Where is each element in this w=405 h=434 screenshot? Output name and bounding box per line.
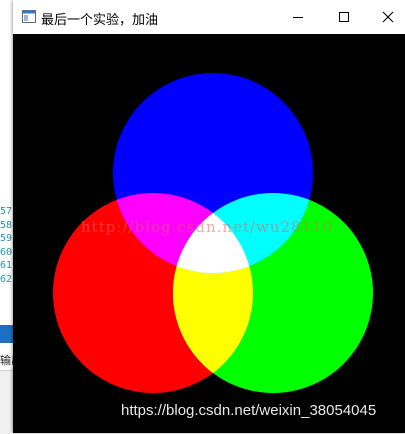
ide-bottom-panel bbox=[0, 370, 14, 434]
window-title: 最后一个实验，加油 bbox=[41, 13, 159, 28]
background-ide: 57 58 59 60 61 62 输出 bbox=[0, 0, 14, 434]
close-button[interactable] bbox=[365, 0, 405, 34]
watermark-middle: http://blog.csdn.net/wu28110 bbox=[81, 218, 334, 236]
line-number: 58 bbox=[0, 219, 13, 231]
app-window-icon bbox=[22, 10, 36, 23]
line-number: 59 bbox=[0, 233, 13, 244]
minimize-button[interactable] bbox=[275, 0, 321, 34]
ide-selected-tab[interactable] bbox=[0, 325, 14, 343]
output-panel-label: 输出 bbox=[0, 354, 14, 367]
line-number: 57 bbox=[0, 206, 13, 217]
line-number: 60 bbox=[0, 246, 13, 258]
line-numbers: 57 58 59 60 61 62 bbox=[0, 205, 14, 286]
close-icon bbox=[382, 11, 394, 23]
app-window[interactable]: 最后一个实验，加油 http://blog.csdn.net/wu28110 h… bbox=[13, 0, 405, 433]
title-bar[interactable]: 最后一个实验，加油 bbox=[13, 0, 405, 34]
watermark-bottom: https://blog.csdn.net/weixin_38054045 bbox=[121, 402, 377, 419]
line-number: 62 bbox=[0, 273, 13, 285]
minimize-icon bbox=[293, 17, 303, 18]
maximize-button[interactable] bbox=[321, 0, 367, 34]
line-number: 61 bbox=[0, 260, 13, 271]
drawing-canvas: http://blog.csdn.net/wu28110 https://blo… bbox=[13, 34, 405, 433]
maximize-icon bbox=[339, 12, 349, 22]
